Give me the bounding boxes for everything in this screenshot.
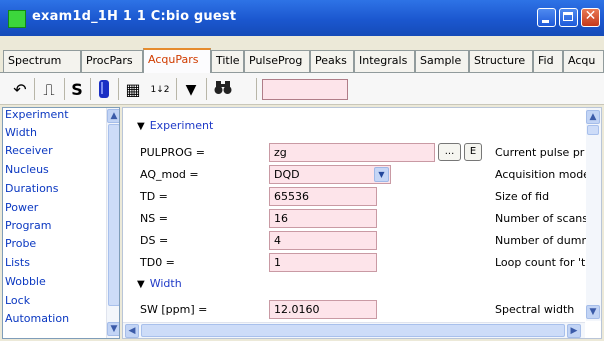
param-desc-td0: Loop count for 't xyxy=(495,256,586,269)
sidebar-scrollbar[interactable]: ▲ ▼ xyxy=(106,108,119,338)
tab-sample[interactable]: Sample xyxy=(415,50,469,72)
toolbar-divider xyxy=(34,78,35,100)
chevron-down-icon[interactable]: ▼ xyxy=(374,167,389,182)
pulse-icon[interactable]: ⎍ xyxy=(38,79,60,101)
scroll-down-icon[interactable]: ▼ xyxy=(107,322,119,336)
tab-peaks[interactable]: Peaks xyxy=(310,50,354,72)
binoculars-icon[interactable] xyxy=(212,79,234,101)
edit-button[interactable]: E xyxy=(464,143,482,161)
param-desc-aqmod: Acquisition mode xyxy=(495,168,590,181)
sidebar-scroll-thumb[interactable] xyxy=(108,124,119,306)
param-desc-ds: Number of dumm xyxy=(495,234,593,247)
parameter-panel: ▼ Experiment PULPROG = zg ... E Current p… xyxy=(122,107,602,339)
title-bar[interactable]: exam1d_1H 1 1 C:bio guest ✕ xyxy=(0,0,604,36)
sort-icon[interactable]: 1↓2 xyxy=(148,79,172,101)
toolbar-divider xyxy=(64,78,65,100)
param-label-aqmod: AQ_mod = xyxy=(140,168,199,181)
toolbar-divider xyxy=(206,78,207,100)
tab-bar: Spectrum ProcPars AcquPars Title PulsePr… xyxy=(0,36,604,73)
toolbar-divider xyxy=(90,78,91,100)
toolbar-divider xyxy=(256,78,257,100)
scroll-up-icon[interactable]: ▲ xyxy=(586,110,600,124)
browse-button[interactable]: ... xyxy=(438,143,461,161)
maximize-button[interactable] xyxy=(559,8,578,27)
close-button[interactable]: ✕ xyxy=(581,8,600,27)
maximize-icon xyxy=(563,12,573,21)
toolbar-divider xyxy=(118,78,119,100)
param-label-ds: DS = xyxy=(140,234,169,247)
ns-field[interactable]: 16 xyxy=(269,209,377,228)
main-hscroll-thumb[interactable] xyxy=(141,324,565,337)
undo-icon[interactable]: ↶ xyxy=(10,79,30,101)
td-field[interactable]: 65536 xyxy=(269,187,377,206)
section-width[interactable]: ▼ Width xyxy=(137,277,182,290)
s-button[interactable]: S xyxy=(68,79,86,101)
scroll-left-icon[interactable]: ◀ xyxy=(125,324,139,338)
sidebar-item-power[interactable]: Power xyxy=(5,201,38,214)
sidebar-item-width[interactable]: Width xyxy=(5,126,37,139)
sidebar-item-automation[interactable]: Automation xyxy=(5,312,69,325)
toolbar-divider xyxy=(176,78,177,100)
minimize-button[interactable] xyxy=(537,8,556,27)
param-label-pulprog: PULPROG = xyxy=(140,146,205,159)
sidebar-item-lists[interactable]: Lists xyxy=(5,256,30,269)
window-title: exam1d_1H 1 1 C:bio guest xyxy=(32,9,237,24)
sidebar-item-wobble[interactable]: Wobble xyxy=(5,275,46,288)
sw-field[interactable]: 12.0160 xyxy=(269,300,377,319)
aqmod-value: DQD xyxy=(274,168,300,181)
section-title: Width xyxy=(149,277,182,290)
pulprog-field[interactable]: zg xyxy=(269,143,435,162)
tab-spectrum[interactable]: Spectrum xyxy=(3,50,81,72)
app-icon xyxy=(8,10,26,28)
sidebar-item-receiver[interactable]: Receiver xyxy=(5,144,53,157)
table-icon[interactable]: ▦ xyxy=(122,79,144,101)
main-vertical-scrollbar[interactable]: ▲ ▼ xyxy=(586,108,601,321)
sidebar-item-durations[interactable]: Durations xyxy=(5,182,59,195)
section-experiment[interactable]: ▼ Experiment xyxy=(137,119,213,132)
ds-field[interactable]: 4 xyxy=(269,231,377,250)
param-label-sw: SW [ppm] = xyxy=(140,303,208,316)
tab-title[interactable]: Title xyxy=(211,50,244,72)
aqmod-select[interactable]: DQD ▼ xyxy=(269,165,391,184)
collapse-triangle-icon: ▼ xyxy=(137,279,145,290)
close-icon: ✕ xyxy=(584,8,597,24)
probe-icon[interactable] xyxy=(94,79,114,101)
tab-integrals[interactable]: Integrals xyxy=(354,50,415,72)
main-horizontal-scrollbar[interactable]: ◀ ▶ xyxy=(123,322,585,338)
tab-pulseprog[interactable]: PulseProg xyxy=(244,50,310,72)
tab-structure[interactable]: Structure xyxy=(469,50,533,72)
param-desc-td: Size of fid xyxy=(495,190,550,203)
sidebar-item-program[interactable]: Program xyxy=(5,219,51,232)
sidebar-item-experiment[interactable]: Experiment xyxy=(5,108,69,121)
scroll-up-icon[interactable]: ▲ xyxy=(107,109,119,123)
minimize-icon xyxy=(542,20,549,23)
param-label-td: TD = xyxy=(140,190,168,203)
param-desc-ns: Number of scans xyxy=(495,212,589,225)
sidebar: Experiment Width Receiver Nucleus Durati… xyxy=(2,107,120,339)
sidebar-item-probe[interactable]: Probe xyxy=(5,237,36,250)
sidebar-item-nucleus[interactable]: Nucleus xyxy=(5,163,49,176)
param-label-ns: NS = xyxy=(140,212,168,225)
tab-acqu[interactable]: Acqu xyxy=(563,50,604,72)
tab-fid[interactable]: Fid xyxy=(533,50,563,72)
td0-field[interactable]: 1 xyxy=(269,253,377,272)
main-vscroll-thumb[interactable] xyxy=(587,125,599,135)
filter-icon[interactable]: ▼ xyxy=(180,79,202,101)
tab-procpars[interactable]: ProcPars xyxy=(81,50,143,72)
param-desc-pulprog: Current pulse pr xyxy=(495,146,585,159)
search-input[interactable] xyxy=(262,79,348,100)
section-title: Experiment xyxy=(149,119,214,132)
tab-acqupars[interactable]: AcquPars xyxy=(143,48,211,73)
scroll-down-icon[interactable]: ▼ xyxy=(586,305,600,319)
param-desc-sw: Spectral width xyxy=(495,303,575,316)
scroll-right-icon[interactable]: ▶ xyxy=(567,324,581,338)
collapse-triangle-icon: ▼ xyxy=(137,121,145,132)
param-label-td0: TD0 = xyxy=(140,256,175,269)
sidebar-item-lock[interactable]: Lock xyxy=(5,294,30,307)
